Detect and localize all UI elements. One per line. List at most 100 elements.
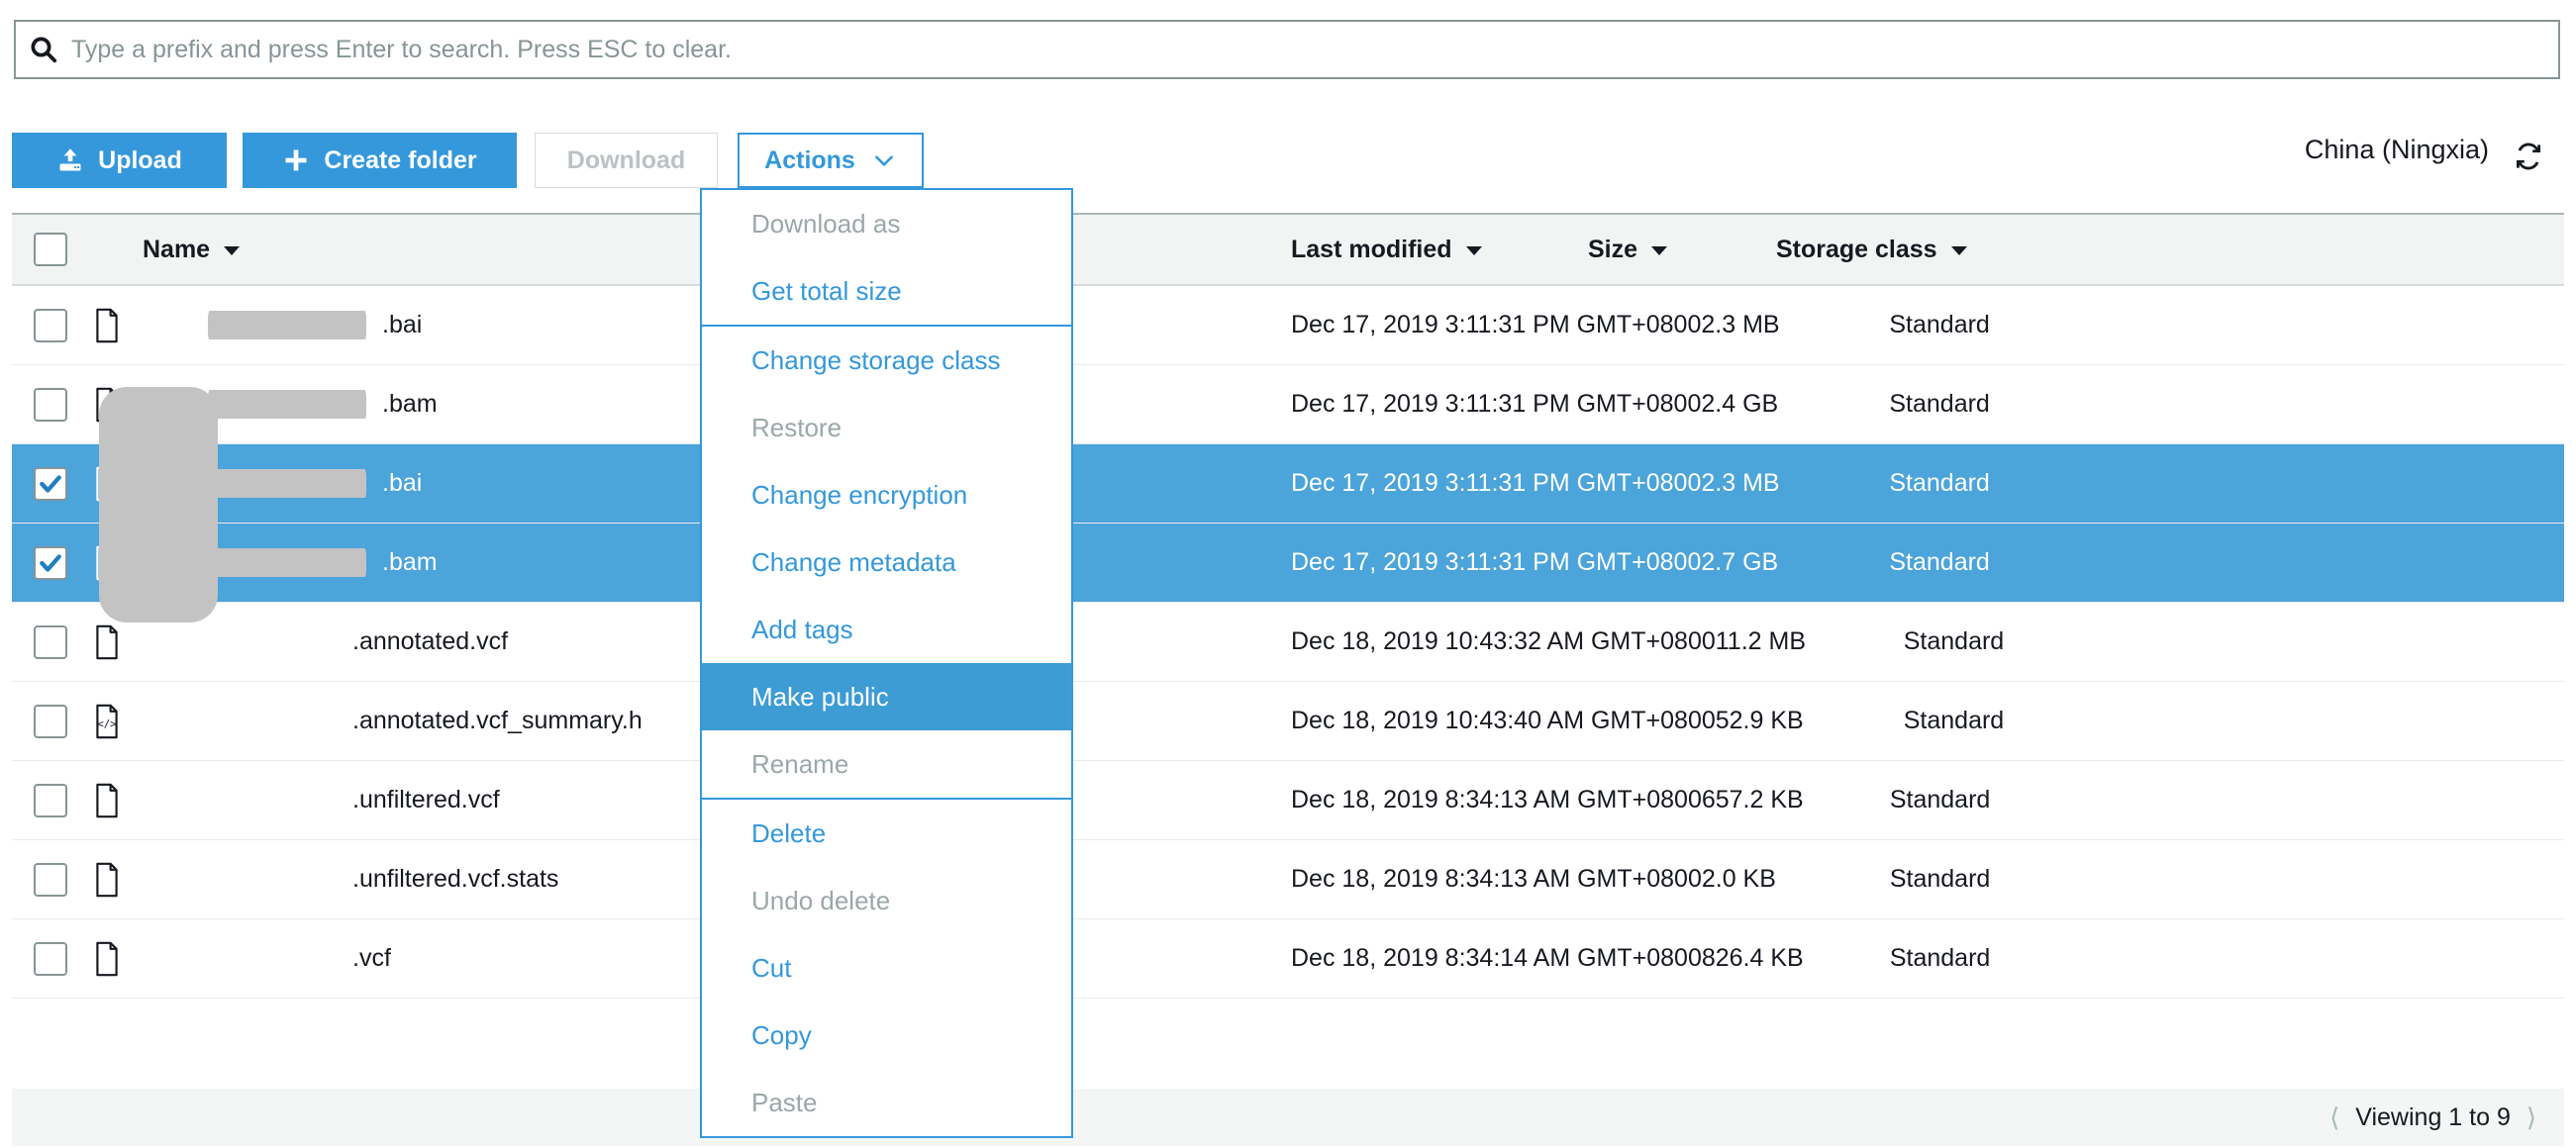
redaction-block: [208, 469, 366, 498]
select-all-cell: [12, 233, 81, 266]
sort-descending-icon: [222, 236, 242, 264]
actions-button-label: Actions: [764, 145, 855, 174]
column-header-size[interactable]: Size: [1588, 236, 1776, 264]
svg-text:</>: </>: [97, 718, 117, 730]
last-modified-cell: Dec 18, 2019 8:34:14 AM GMT+0800: [1291, 944, 1702, 972]
menu-item-change-encryption[interactable]: Change encryption: [702, 461, 1071, 528]
last-modified-cell: Dec 17, 2019 3:11:31 PM GMT+0800: [1291, 311, 1702, 338]
toolbar: Upload Create folder Download Actions: [12, 133, 2564, 188]
last-modified-cell: Dec 18, 2019 8:34:13 AM GMT+0800: [1291, 865, 1702, 893]
select-all-checkbox[interactable]: [34, 233, 67, 266]
menu-item-cut[interactable]: Cut: [702, 934, 1071, 1002]
size-cell: 826.4 KB: [1701, 944, 1804, 972]
table-body: .bai Dec 17, 2019 3:11:31 PM GMT+0800 2.…: [12, 286, 2564, 999]
last-modified-cell: Dec 18, 2019 10:43:40 AM GMT+0800: [1291, 707, 1716, 734]
sort-descending-icon: [1949, 236, 1969, 264]
row-select-cell: [12, 862, 81, 897]
row-checkbox[interactable]: [34, 941, 67, 976]
file-icon: [81, 624, 133, 660]
table-row[interactable]: .annotated.vcf Dec 18, 2019 10:43:32 AM …: [12, 603, 2564, 682]
table-row[interactable]: .bam Dec 17, 2019 3:11:31 PM GMT+0800 2.…: [12, 524, 2564, 603]
size-cell: 2.4 GB: [1701, 390, 1779, 418]
chevron-left-icon[interactable]: ⟨: [2329, 1102, 2339, 1133]
table-row[interactable]: .bam Dec 17, 2019 3:11:31 PM GMT+0800 2.…: [12, 365, 2564, 444]
size-cell: 2.3 MB: [1701, 469, 1780, 497]
size-cell: 2.7 GB: [1701, 548, 1779, 576]
row-checkbox[interactable]: [34, 704, 67, 738]
pagination: ⟨ Viewing 1 to 9 ⟩: [2329, 1102, 2536, 1133]
storage-class-cell: Standard: [1889, 311, 1990, 338]
storage-class-cell: Standard: [1889, 469, 1990, 497]
menu-item-paste: Paste: [751, 1087, 818, 1117]
row-select-cell: [12, 624, 81, 659]
table-row[interactable]: .bai Dec 17, 2019 3:11:31 PM GMT+0800 2.…: [12, 286, 2564, 365]
column-header-last-modified[interactable]: Last modified: [1291, 236, 1588, 264]
storage-class-cell: Standard: [1889, 786, 1991, 813]
last-modified-cell: Dec 18, 2019 10:43:32 AM GMT+0800: [1291, 627, 1716, 655]
column-header-name-label: Name: [143, 235, 211, 263]
redaction-block: [99, 387, 218, 622]
menu-item-make-public[interactable]: Make public: [702, 663, 1071, 730]
last-modified-cell: Dec 17, 2019 3:11:31 PM GMT+0800: [1291, 469, 1702, 497]
redaction-block: [208, 548, 366, 577]
row-checkbox[interactable]: [34, 862, 67, 897]
storage-class-cell: Standard: [1903, 627, 2005, 655]
file-icon: [81, 941, 133, 977]
chevron-right-icon[interactable]: ⟩: [2526, 1102, 2536, 1133]
actions-dropdown-menu: Download as Get total size Change storage …: [700, 188, 1073, 1138]
menu-item-delete[interactable]: Delete: [702, 800, 1071, 867]
redaction-block: [208, 390, 366, 419]
row-checkbox[interactable]: [34, 466, 67, 501]
chevron-down-icon: [871, 147, 897, 173]
column-header-storage-class[interactable]: Storage class: [1776, 236, 2564, 264]
row-checkbox[interactable]: [34, 545, 67, 580]
storage-class-cell: Standard: [1889, 865, 1991, 893]
size-cell: 52.9 KB: [1715, 707, 1804, 734]
size-cell: 657.2 KB: [1701, 786, 1804, 813]
download-button[interactable]: Download: [535, 133, 718, 188]
create-folder-button[interactable]: Create folder: [243, 133, 517, 188]
actions-button[interactable]: Actions: [738, 133, 924, 188]
row-select-cell: [12, 704, 81, 738]
menu-item-change-storage-class[interactable]: Change storage class: [702, 327, 1071, 394]
row-checkbox[interactable]: [34, 387, 67, 422]
menu-item-change-metadata[interactable]: Change metadata: [702, 528, 1071, 596]
menu-item-add-tags[interactable]: Add tags: [702, 596, 1071, 663]
table-row[interactable]: .unfiltered.vcf.stats Dec 18, 2019 8:34:…: [12, 840, 2564, 919]
menu-item-copy[interactable]: Copy: [702, 1002, 1071, 1069]
download-button-label: Download: [566, 145, 686, 174]
html-file-icon: </>: [81, 704, 133, 739]
row-checkbox[interactable]: [34, 308, 67, 342]
storage-class-cell: Standard: [1903, 707, 2005, 734]
search-input[interactable]: [71, 35, 2558, 64]
column-header-size-label: Size: [1588, 235, 1638, 263]
refresh-button[interactable]: [2509, 139, 2548, 178]
file-icon: [81, 783, 133, 818]
column-header-storage-class-label: Storage class: [1776, 235, 1937, 263]
row-select-cell: [12, 387, 81, 422]
table-row[interactable]: .unfiltered.vcf Dec 18, 2019 8:34:13 AM …: [12, 761, 2564, 840]
row-checkbox[interactable]: [34, 624, 67, 659]
search-bar[interactable]: [14, 20, 2560, 79]
menu-item-get-total-size[interactable]: Get total size: [702, 257, 1071, 325]
menu-item-download-as: Download as: [751, 208, 901, 239]
storage-class-cell: Standard: [1889, 944, 1991, 972]
table-row[interactable]: .vcf Dec 18, 2019 8:34:14 AM GMT+0800 82…: [12, 919, 2564, 999]
table-row[interactable]: .bai Dec 17, 2019 3:11:31 PM GMT+0800 2.…: [12, 444, 2564, 524]
objects-table: Name Last modified Size Storage class .b…: [12, 213, 2564, 999]
upload-button[interactable]: Upload: [12, 133, 227, 188]
object-name-label: .annotated.vcf_summary.h: [352, 707, 643, 734]
search-icon: [16, 35, 71, 64]
row-checkbox[interactable]: [34, 783, 67, 817]
row-select-cell: [12, 466, 81, 501]
storage-class-cell: Standard: [1889, 390, 1990, 418]
create-folder-button-label: Create folder: [324, 145, 477, 174]
object-name-label: .vcf: [352, 944, 391, 972]
size-cell: 2.0 KB: [1701, 865, 1776, 893]
upload-button-label: Upload: [98, 145, 182, 174]
redaction-block: [208, 311, 366, 339]
file-icon: [81, 862, 133, 898]
column-header-last-modified-label: Last modified: [1291, 235, 1452, 263]
refresh-icon: [2512, 140, 2545, 178]
table-row[interactable]: </> .annotated.vcf_summary.h Dec 18, 201…: [12, 682, 2564, 761]
